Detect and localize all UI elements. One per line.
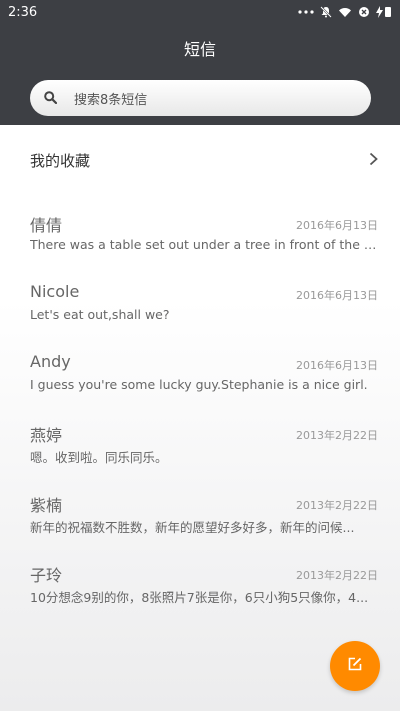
search-input[interactable]: 搜索8条短信: [30, 80, 371, 116]
battery-charging-icon: [376, 6, 392, 18]
message-item[interactable]: 子玲 2013年2月22日 10分想念9别的你，8张照片7张是你，6只小狗5只像…: [0, 556, 400, 616]
sim-icon: [358, 6, 370, 18]
header: 2:36 短信 搜索8条短信: [0, 0, 400, 125]
message-sender: 紫楠: [30, 496, 63, 515]
message-date: 2016年6月13日: [296, 289, 378, 302]
compose-icon: [347, 656, 363, 676]
chevron-right-icon: [369, 151, 378, 170]
message-sender: Andy: [30, 352, 71, 371]
message-item[interactable]: 紫楠 2013年2月22日 新年的祝福数不胜数，新年的愿望好多好多，新年的问候.…: [0, 486, 400, 546]
message-preview: I guess you're some lucky guy.Stephanie …: [30, 377, 368, 392]
status-time: 2:36: [8, 4, 38, 20]
wifi-icon: [338, 7, 352, 18]
message-sender: 子玲: [30, 566, 63, 585]
message-preview: 10分想念9别的你，8张照片7张是你，6只小狗5只像你，4...: [30, 590, 369, 605]
search-icon: [44, 89, 58, 108]
mute-bell-icon: [320, 6, 332, 18]
more-dots-icon: [298, 10, 314, 14]
compose-button[interactable]: [330, 641, 380, 691]
status-icons: [298, 6, 392, 18]
message-item[interactable]: 倩倩 2016年6月13日 There was a table set out …: [0, 206, 400, 266]
message-sender: 燕婷: [30, 426, 63, 445]
message-item[interactable]: 燕婷 2013年2月22日 嗯。收到啦。同乐同乐。: [0, 416, 400, 476]
message-preview: There was a table set out under a tree i…: [30, 237, 378, 252]
page-title: 短信: [183, 40, 216, 59]
message-item[interactable]: Andy 2016年6月13日 I guess you're some luck…: [0, 346, 400, 406]
message-sender: Nicole: [30, 282, 80, 301]
status-bar: 2:36: [0, 0, 400, 24]
message-preview: Let's eat out,shall we?: [30, 307, 170, 322]
message-date: 2016年6月13日: [296, 359, 378, 372]
favorites-label: 我的收藏: [30, 151, 91, 170]
message-sender: 倩倩: [30, 216, 63, 235]
message-item[interactable]: Nicole 2016年6月13日 Let's eat out,shall we…: [0, 276, 400, 336]
message-date: 2013年2月22日: [296, 499, 378, 512]
favorites-row[interactable]: 我的收藏: [0, 138, 400, 182]
message-preview: 嗯。收到啦。同乐同乐。: [30, 450, 168, 465]
message-date: 2013年2月22日: [296, 569, 378, 582]
message-date: 2013年2月22日: [296, 429, 378, 442]
message-preview: 新年的祝福数不胜数，新年的愿望好多好多，新年的问候...: [30, 520, 355, 535]
message-date: 2016年6月13日: [296, 219, 378, 232]
search-placeholder: 搜索8条短信: [74, 92, 148, 108]
